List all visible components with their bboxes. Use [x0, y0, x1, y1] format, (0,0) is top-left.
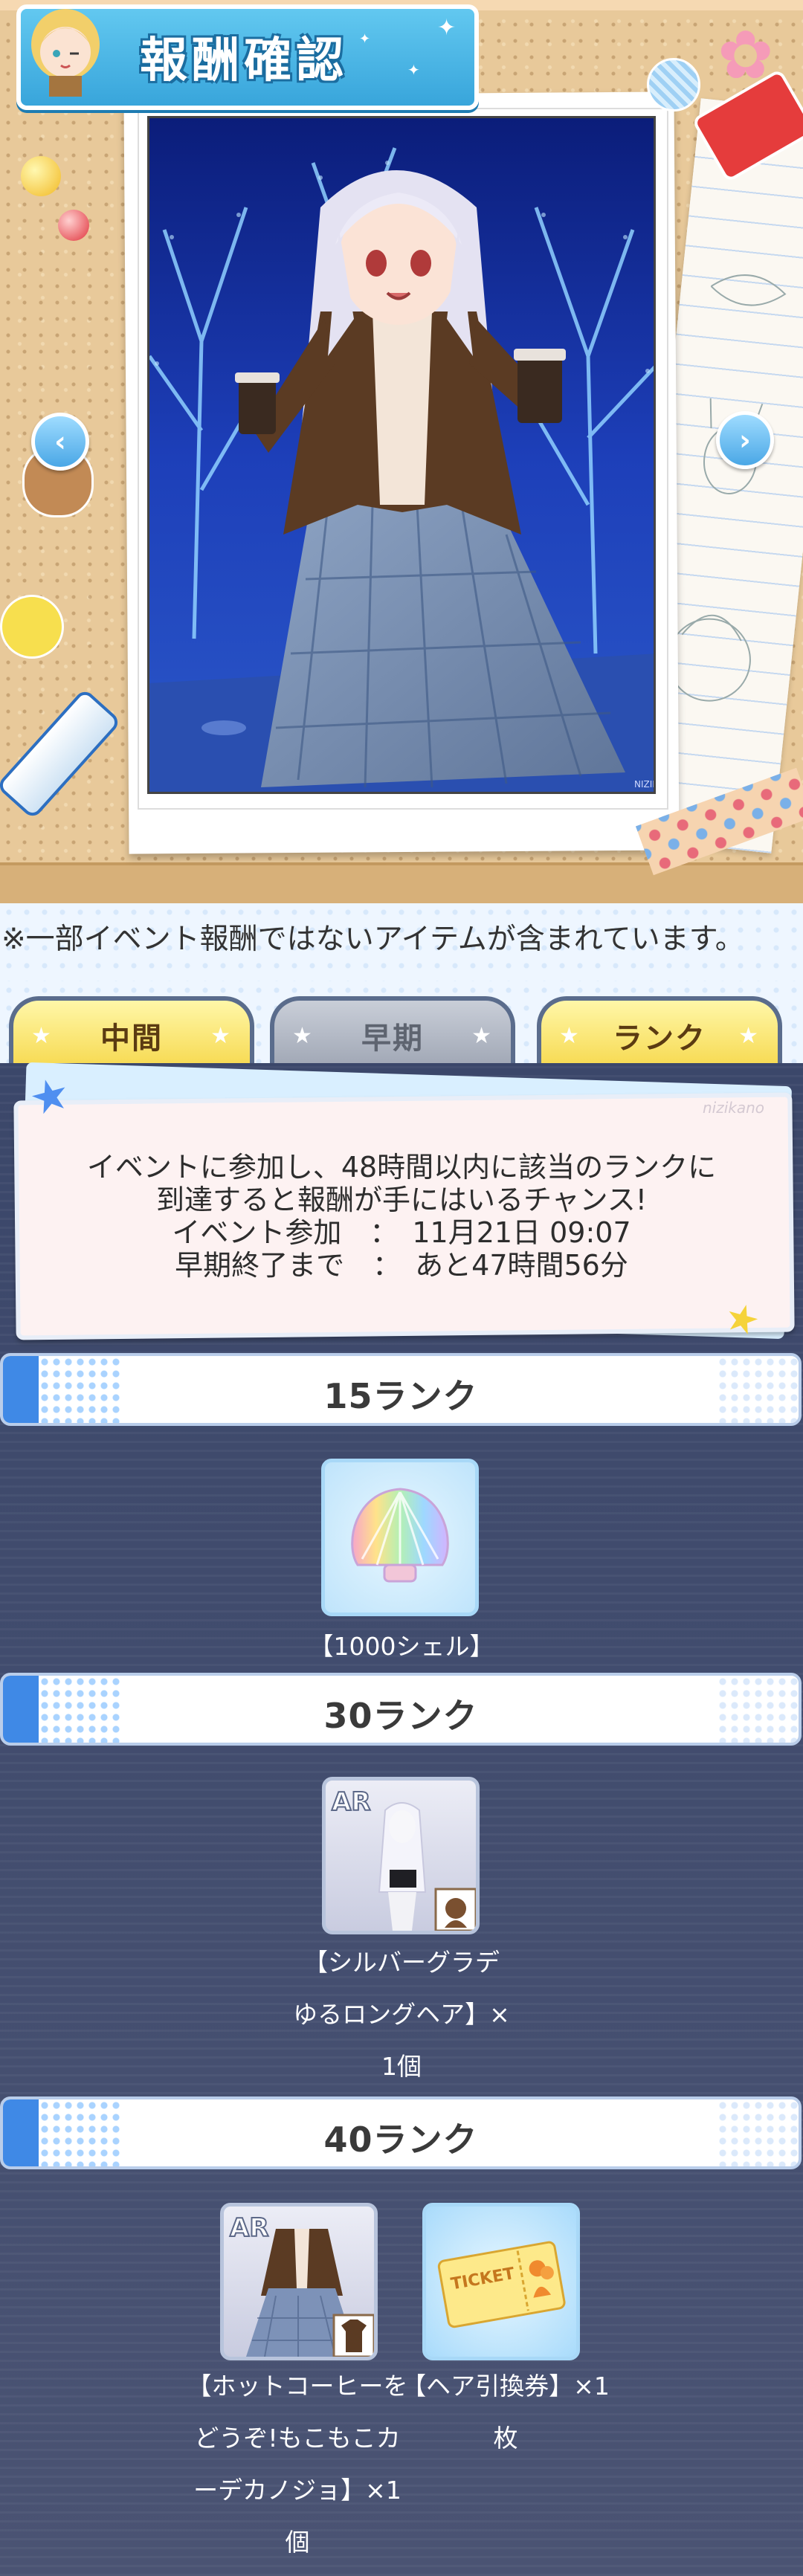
tab-label: 中間 — [100, 1021, 163, 1056]
reward-name-line: どうぞ!もこもこカ — [194, 2424, 401, 2453]
candy-ball-icon — [58, 210, 89, 241]
info-line: 早期終了まで ： あと47時間56分 — [175, 1249, 628, 1282]
event-info-text: イベントに参加し、48時間以内に該当のランクに 到達すると報酬が手にはいるチャン… — [15, 1151, 788, 1282]
photo-credit: NIZIKANO — [634, 779, 656, 790]
rarity-badge: AR — [230, 2213, 269, 2243]
star-icon: ★ — [31, 1023, 53, 1049]
board-ledge — [0, 862, 803, 906]
reward-name: 【シルバーグラデ ゆるロングヘア】× 1個 — [238, 1937, 565, 2093]
shell-icon[interactable] — [321, 1459, 479, 1616]
rank-label: 30ランク — [323, 1696, 478, 1736]
star-icon: ★ — [471, 1023, 493, 1049]
tab-rank[interactable]: ★ ランク ★ — [537, 996, 782, 1071]
chevron-right-icon: › — [739, 424, 751, 456]
chevron-left-icon: ‹ — [54, 425, 66, 458]
page-title: 報酬確認 — [140, 33, 348, 88]
rank-header-30: 30ランク — [0, 1673, 802, 1746]
sparkle-icon: ✦ — [407, 61, 420, 79]
rank-header-15: 15ランク — [0, 1353, 802, 1426]
rank-label: 40ランク — [323, 2120, 478, 2160]
star-icon: ★ — [210, 1023, 232, 1049]
star-icon: ★ — [738, 1023, 760, 1049]
tab-midterm[interactable]: ★ 中間 ★ — [9, 996, 254, 1071]
button-badge-decoration — [647, 58, 700, 112]
next-arrow-button[interactable]: › — [716, 411, 774, 469]
reward-name: 【ヘア引換券】×1 枚 — [402, 2360, 610, 2464]
reward-name-line: 個 — [285, 2528, 310, 2557]
reward-name-line: ゆるロングヘア】× — [293, 2000, 510, 2029]
reward-name-line: 1個 — [381, 2052, 422, 2081]
chick-sticker-icon — [0, 595, 64, 659]
info-line: 到達すると報酬が手にはいるチャンス! — [155, 1184, 648, 1216]
reward-name-line: 【ヘア引換券】×1 — [402, 2372, 610, 2401]
rarity-badge: AR — [332, 1787, 371, 1817]
reward-name: 【ホットコーヒーを どうぞ!もこもこカ ーデカノジョ】×1 個 — [186, 2360, 409, 2569]
reward-name-line: 【シルバーグラデ — [303, 1948, 500, 1977]
sparkle-icon: ✦ — [437, 15, 457, 41]
tab-label: ランク — [613, 1021, 706, 1056]
reward-character-image: NIZIKANO — [147, 116, 656, 794]
info-line: イベント参加 ： 11月21日 09:07 — [172, 1216, 631, 1249]
info-line: イベントに参加し、48時間以内に該当のランクに — [86, 1151, 717, 1184]
chibi-avatar-icon — [21, 0, 110, 97]
reward-name-line: ーデカノジョ】×1 — [193, 2476, 402, 2505]
sparkle-icon: ✦ — [359, 31, 371, 47]
notice-text: ※一部イベント報酬ではないアイテムが含まれています。 — [1, 923, 744, 956]
tab-label: 早期 — [361, 1021, 424, 1056]
reward-name-line: 【ホットコーヒーを — [187, 2372, 408, 2401]
rank-header-40: 40ランク — [0, 2096, 802, 2169]
previous-arrow-button[interactable]: ‹ — [31, 413, 89, 471]
tab-early[interactable]: ★ 早期 ★ — [270, 996, 515, 1071]
candy-ball-icon — [21, 156, 61, 196]
brand-watermark: nizikano — [703, 1099, 765, 1117]
hair-item-icon[interactable]: AR — [322, 1777, 480, 1934]
star-icon: ★ — [559, 1023, 581, 1049]
star-icon: ★ — [292, 1023, 314, 1049]
ticket-icon[interactable]: TICKET — [422, 2203, 580, 2360]
reward-name: 【1000シェル】 — [309, 1632, 494, 1661]
rank-label: 15ランク — [323, 1376, 478, 1416]
reward-name-line: 枚 — [493, 2424, 518, 2453]
outfit-item-icon[interactable]: AR — [220, 2203, 378, 2360]
